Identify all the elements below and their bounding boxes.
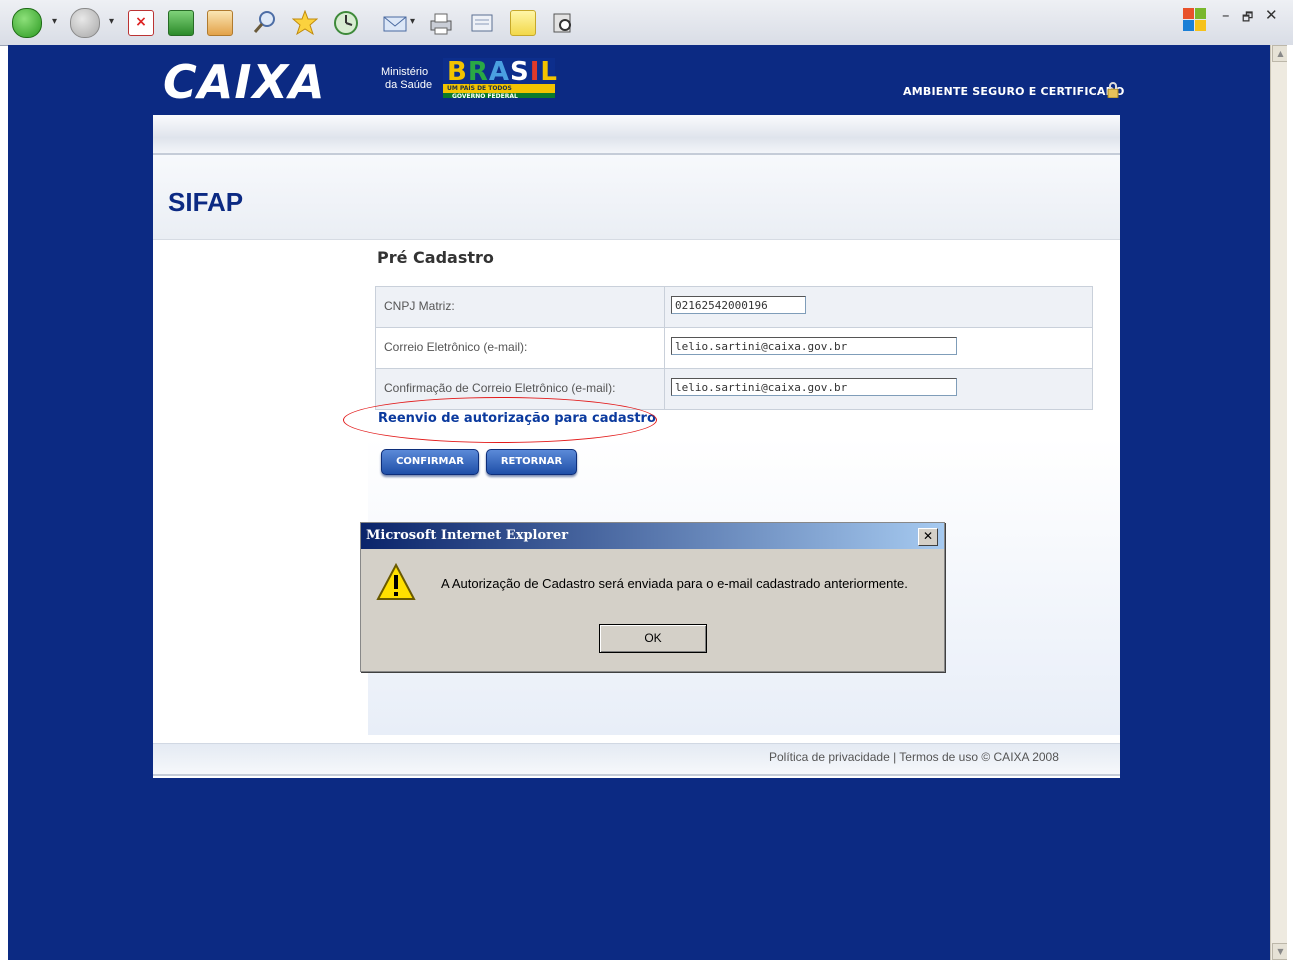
- registration-form: CNPJ Matriz: 02162542000196 Correio Elet…: [375, 286, 1093, 410]
- secure-environment-text: AMBIENTE SEGURO E CERTIFICADO: [903, 85, 1125, 98]
- alert-dialog: Microsoft Internet Explorer ✕ A Autoriza…: [360, 522, 945, 672]
- form-row-cnpj: CNPJ Matriz: 02162542000196: [376, 287, 1092, 328]
- refresh-icon[interactable]: [168, 10, 194, 36]
- brasil-tagline: UM PAÍS DE TODOS: [447, 85, 512, 92]
- vertical-scrollbar[interactable]: ▲ ▼: [1270, 45, 1289, 960]
- dialog-message: A Autorização de Cadastro será enviada p…: [441, 576, 908, 591]
- back-icon[interactable]: [12, 8, 42, 38]
- email-input[interactable]: lelio.sartini@caixa.gov.br: [671, 337, 957, 355]
- mail-dropdown-icon[interactable]: ▾: [410, 16, 415, 27]
- dialog-close-button[interactable]: ✕: [918, 528, 938, 546]
- edit-icon[interactable]: [469, 10, 493, 34]
- brasil-logo: BRASIL UM PAÍS DE TODOS: [443, 57, 558, 98]
- email-label: Correio Eletrônico (e-mail):: [384, 340, 528, 354]
- brasil-sub: GOVERNO FEDERAL: [452, 93, 518, 100]
- history-icon[interactable]: [333, 10, 358, 35]
- cnpj-label: CNPJ Matriz:: [384, 299, 455, 313]
- form-row-email: Correio Eletrônico (e-mail): lelio.sarti…: [376, 328, 1092, 369]
- email-confirm-label: Confirmação de Correio Eletrônico (e-mai…: [384, 381, 616, 395]
- main-panel: SIFAP Pré Cadastro CNPJ Matriz: 02162542…: [153, 115, 1120, 778]
- ok-button[interactable]: OK: [599, 624, 707, 653]
- print-icon[interactable]: [428, 10, 452, 35]
- return-button[interactable]: RETORNAR: [486, 449, 577, 475]
- email-confirm-input[interactable]: lelio.sartini@caixa.gov.br: [671, 378, 957, 396]
- page-title: SIFAP: [168, 187, 244, 217]
- warning-icon: [376, 563, 416, 600]
- research-icon[interactable]: [550, 10, 574, 34]
- close-window-icon[interactable]: ✕: [1265, 6, 1278, 24]
- dialog-title: Microsoft Internet Explorer: [366, 528, 569, 543]
- confirm-button[interactable]: CONFIRMAR: [381, 449, 479, 475]
- brasil-logo-text: BRASIL: [447, 57, 558, 87]
- panel-top-bar: [153, 115, 1120, 155]
- caixa-logo: CAIXA: [163, 55, 326, 109]
- form-title: Pré Cadastro: [377, 248, 494, 267]
- ministerio-line2: da Saúde: [385, 79, 433, 91]
- stop-icon[interactable]: ×: [128, 10, 154, 36]
- windows-logo-icon: [1183, 8, 1207, 32]
- lock-icon: [1107, 82, 1119, 98]
- ministerio-line1: Ministério: [381, 66, 429, 78]
- forward-icon[interactable]: [70, 8, 100, 38]
- search-icon[interactable]: [253, 10, 277, 34]
- mail-icon[interactable]: [382, 10, 407, 34]
- minimize-icon[interactable]: –: [1222, 6, 1230, 24]
- footer-text[interactable]: Política de privacidade | Termos de uso …: [769, 750, 1059, 764]
- cnpj-input[interactable]: 02162542000196: [671, 296, 806, 314]
- forward-dropdown-icon[interactable]: ▾: [109, 16, 114, 27]
- window-edge: [1287, 45, 1293, 960]
- favorites-icon[interactable]: [291, 9, 319, 36]
- back-dropdown-icon[interactable]: ▾: [52, 16, 57, 27]
- notes-icon[interactable]: [510, 10, 536, 36]
- highlight-annotation: [343, 397, 657, 443]
- restore-icon[interactable]: 🗗: [1242, 8, 1253, 29]
- title-area: [153, 155, 1120, 240]
- ministerio-logo: Ministério da Saúde: [381, 66, 432, 92]
- browser-toolbar: ▾ ▾ × ▾ – 🗗 ✕: [0, 0, 1293, 46]
- home-icon[interactable]: [207, 10, 233, 36]
